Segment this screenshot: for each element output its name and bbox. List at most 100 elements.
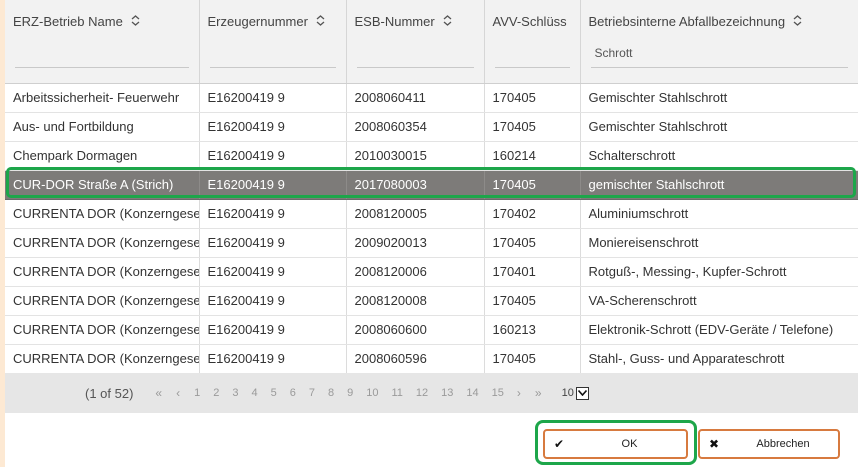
page-link[interactable]: 6 <box>290 387 296 399</box>
column-header-3[interactable]: ESB-Nummer <box>346 0 485 84</box>
table-row[interactable]: Chempark Dormagen E16200419 9 2010030015 16… <box>5 141 858 171</box>
page-link[interactable]: 10 <box>366 387 378 399</box>
table-row[interactable]: Aus- und Fortbildung E16200419 9 200806035… <box>5 112 858 142</box>
column-filter-input[interactable] <box>15 38 189 68</box>
table-cell: 170405 <box>484 170 581 200</box>
table-cell: E16200419 9 <box>199 315 347 345</box>
table-row[interactable]: CURRENTA DOR (Konzerngesellschaft)E16200… <box>5 344 858 374</box>
sort-icon[interactable] <box>316 14 325 29</box>
table-cell: 2010030015 <box>346 141 485 171</box>
page-link[interactable]: 1 <box>194 387 200 399</box>
table-row[interactable]: Arbeitssicherheit- Feuerwehr E16200419 92… <box>5 83 858 113</box>
rows-per-page-select[interactable]: 10 <box>561 386 589 400</box>
table-row[interactable]: CURRENTA DOR (Konzerngesellschaft)E16200… <box>5 286 858 316</box>
column-header-title: Betriebsinterne Abfallbezeichnung <box>589 14 850 29</box>
column-header-title: Erzeugernummer <box>208 14 338 29</box>
table-cell: Aus- und Fortbildung <box>5 112 200 142</box>
sort-icon[interactable] <box>443 14 452 29</box>
table-cell: Stahl-, Guss- und Apparateschrott <box>580 344 858 374</box>
column-filter-input[interactable] <box>209 38 336 68</box>
table-cell: 2008120005 <box>346 199 485 229</box>
table-cell: E16200419 9 <box>199 83 347 113</box>
page-link[interactable]: 14 <box>466 387 478 399</box>
column-header-title: ERZ-Betrieb Name <box>13 14 191 29</box>
sort-icon[interactable] <box>131 14 140 29</box>
table-cell: 170405 <box>484 83 581 113</box>
paginator: (1 of 52) « ‹ 1 2 3 4 5 6 7 8 9 10 11 12 13 14 15 › » … <box>5 373 858 413</box>
table-cell: E16200419 9 <box>199 112 347 142</box>
column-filter-input[interactable] <box>590 38 848 68</box>
page-link[interactable]: 12 <box>416 387 428 399</box>
page-link[interactable]: 8 <box>328 387 334 399</box>
table-cell: E16200419 9 <box>199 141 347 171</box>
table-cell: 2008060600 <box>346 315 485 345</box>
table-row[interactable]: CURRENTA DOR (Konzerngesellschaft)E16200… <box>5 315 858 345</box>
page-link[interactable]: 2 <box>213 387 219 399</box>
table-cell: CURRENTA DOR (Konzerngesellschaft) <box>5 315 200 345</box>
table-cell: 2017080003 <box>346 170 485 200</box>
table-cell: 170405 <box>484 344 581 374</box>
page-link[interactable]: 3 <box>232 387 238 399</box>
table-row[interactable]: CURRENTA DOR (Konzerngesellschaft)E16200… <box>5 228 858 258</box>
ok-button-label: OK <box>621 438 638 450</box>
chevron-down-icon[interactable] <box>575 386 589 400</box>
table-cell: CURRENTA DOR (Konzerngesellschaft) <box>5 344 200 374</box>
page-link[interactable]: 15 <box>492 387 504 399</box>
column-header-1[interactable]: ERZ-Betrieb Name <box>5 0 200 84</box>
table-cell: 160214 <box>484 141 581 171</box>
table-row[interactable]: CUR-DOR Straße A (Strich) E16200419 9 2017… <box>5 170 858 200</box>
page-link[interactable]: 5 <box>271 387 277 399</box>
column-header-label: Erzeugernummer <box>207 14 308 29</box>
table-cell: 170405 <box>484 112 581 142</box>
table-cell: VA-Scherenschrott <box>580 286 858 316</box>
column-header-2[interactable]: Erzeugernummer <box>199 0 347 84</box>
table-cell: E16200419 9 <box>199 170 347 200</box>
table-cell: E16200419 9 <box>199 228 347 258</box>
prev-page-button[interactable]: ‹ <box>176 386 180 400</box>
table-cell: E16200419 9 <box>199 257 347 287</box>
table-cell: Rotguß-, Messing-, Kupfer-Schrott <box>580 257 858 287</box>
table-row[interactable]: CURRENTA DOR (Konzerngesellschaft)E16200… <box>5 257 858 287</box>
table-cell: Schalterschrott <box>580 141 858 171</box>
column-header-title: AVV-Schlüss <box>493 14 572 29</box>
page-link[interactable]: 7 <box>309 387 315 399</box>
column-header-label: ERZ-Betrieb Name <box>13 14 123 29</box>
table-cell: E16200419 9 <box>199 199 347 229</box>
table-cell: Gemischter Stahlschrott <box>580 112 858 142</box>
table-cell: 2008120008 <box>346 286 485 316</box>
table-body: Arbeitssicherheit- Feuerwehr E16200419 92… <box>5 83 858 374</box>
next-page-button[interactable]: › <box>517 386 521 400</box>
rows-per-page-value: 10 <box>561 387 574 399</box>
cancel-button[interactable]: ✖ Abbrechen <box>698 429 840 459</box>
column-header-4[interactable]: AVV-Schlüss <box>484 0 581 84</box>
dialog: ERZ-Betrieb Name Erzeugernummer ESB-Nummer… <box>5 0 858 467</box>
table-cell: CURRENTA DOR (Konzerngesellschaft) <box>5 228 200 258</box>
page-count: (1 of 52) <box>85 385 134 401</box>
table-cell: E16200419 9 <box>199 344 347 374</box>
column-filter-input[interactable] <box>356 38 474 68</box>
table-row[interactable]: CURRENTA DOR (Konzerngesellschaft)E16200… <box>5 199 858 229</box>
table-cell: 2008120006 <box>346 257 485 287</box>
page-link[interactable]: 4 <box>251 387 257 399</box>
page-link[interactable]: 11 <box>391 387 402 399</box>
table-cell: 2008060411 <box>346 83 485 113</box>
sort-icon[interactable] <box>793 14 802 29</box>
check-icon: ✔ <box>553 437 565 451</box>
first-page-button[interactable]: « <box>155 386 162 400</box>
table-cell: Elektronik-Schrott (EDV-Geräte / Telefon… <box>580 315 858 345</box>
column-filter-input[interactable] <box>494 38 570 68</box>
cancel-button-label: Abbrechen <box>756 438 810 450</box>
page-link[interactable]: 9 <box>347 387 353 399</box>
table-cell: 2008060596 <box>346 344 485 374</box>
table-cell: 170405 <box>484 228 581 258</box>
table-cell: 170405 <box>484 286 581 316</box>
table-cell: Arbeitssicherheit- Feuerwehr <box>5 83 200 113</box>
column-header-5[interactable]: Betriebsinterne Abfallbezeichnung <box>580 0 858 84</box>
table-cell: CURRENTA DOR (Konzerngesellschaft) <box>5 257 200 287</box>
waste-table: ERZ-Betrieb Name Erzeugernummer ESB-Nummer… <box>5 0 858 374</box>
ok-button[interactable]: ✔ OK <box>543 429 688 459</box>
page-links: 1 2 3 4 5 6 7 8 9 10 11 12 13 14 15 <box>194 387 517 399</box>
page-link[interactable]: 13 <box>441 387 453 399</box>
last-page-button[interactable]: » <box>535 386 542 400</box>
table-cell: gemischter Stahlschrott <box>580 170 858 200</box>
